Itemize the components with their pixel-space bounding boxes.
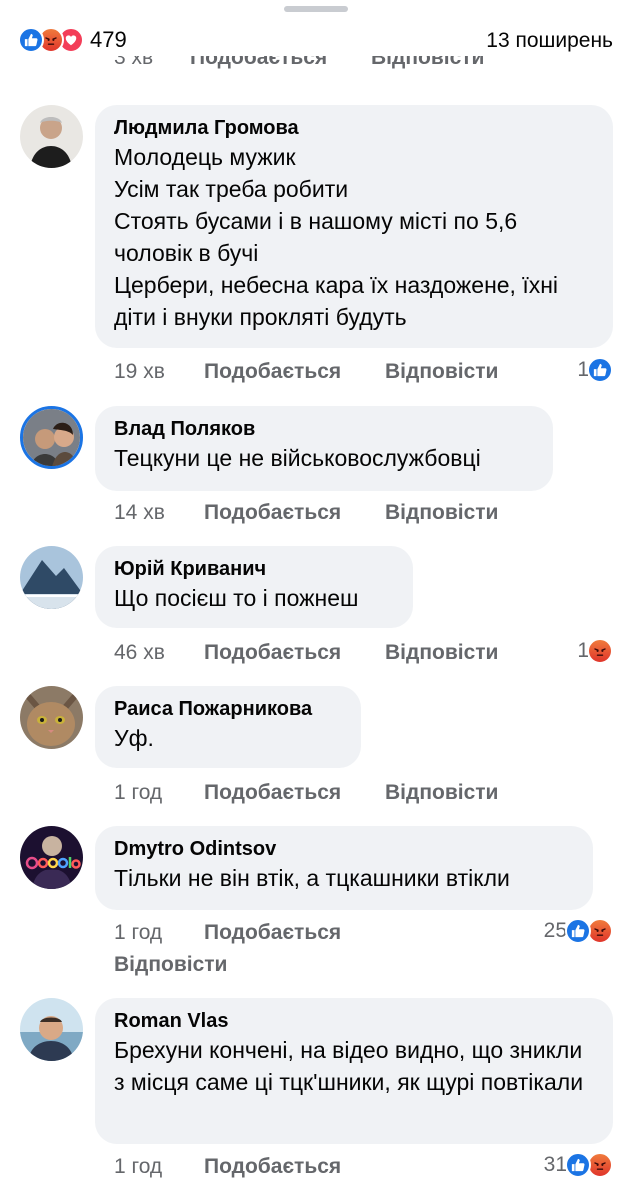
- comment-time: 46 хв: [114, 641, 165, 664]
- like-button[interactable]: Подобається: [204, 641, 341, 665]
- like-button[interactable]: Подобається: [204, 781, 341, 805]
- comment-author[interactable]: Roman Vlas: [114, 1008, 593, 1034]
- comment-bubble: Юрій Криванич Що посієш то і пожнеш: [95, 546, 413, 628]
- like-icon: [587, 357, 613, 383]
- angry-icon: [587, 638, 613, 664]
- comment-time: 1 год: [114, 921, 163, 944]
- drag-handle[interactable]: [284, 6, 348, 12]
- comment-bubble: Влад Поляков Тецкуни це не військовослуж…: [95, 406, 553, 491]
- comment-bubble: Dmytro Odintsov Тільки не він втік, а тц…: [95, 826, 593, 910]
- reaction-count: 31: [543, 1153, 567, 1176]
- reply-button[interactable]: Відповісти: [385, 501, 498, 525]
- comment-text: Тільки не він втік, а тцкашники втікли: [114, 865, 510, 891]
- comment-time: 1 год: [114, 781, 163, 804]
- reactions-bar: 479 13 поширень: [0, 22, 633, 58]
- comment-reactions[interactable]: 25: [544, 918, 613, 944]
- avatar[interactable]: [20, 406, 83, 469]
- comment-reactions[interactable]: 1: [577, 357, 613, 383]
- comment-text: Тецкуни це не військовослужбовці: [114, 445, 481, 471]
- reply-button[interactable]: Відповісти: [114, 953, 227, 977]
- reply-button[interactable]: Відповісти: [385, 641, 498, 665]
- like-button[interactable]: Подобається: [204, 360, 341, 384]
- comment-bubble: Roman Vlas Брехуни кончені, на відео вид…: [95, 998, 613, 1144]
- reaction-count: 479: [90, 27, 127, 52]
- comment-time: 19 хв: [114, 360, 165, 383]
- reply-button[interactable]: Відповісти: [371, 56, 484, 70]
- avatar[interactable]: [20, 105, 83, 168]
- avatar[interactable]: [20, 546, 83, 609]
- comment-time: 14 хв: [114, 501, 165, 524]
- comment-author[interactable]: Dmytro Odintsov: [114, 836, 573, 862]
- comment-reactions[interactable]: 31: [544, 1152, 613, 1178]
- like-button[interactable]: Подобається: [204, 501, 341, 525]
- like-icon: [565, 1152, 591, 1178]
- avatar[interactable]: [20, 686, 83, 749]
- comment-author[interactable]: Влад Поляков: [114, 416, 533, 442]
- like-icon: [18, 27, 44, 53]
- reaction-count: 25: [543, 919, 567, 942]
- reply-button[interactable]: Відповісти: [385, 781, 498, 805]
- comment-time: 1 год: [114, 1155, 163, 1178]
- comment-bubble: Людмила Громова Молодець мужик Усім так …: [95, 105, 613, 348]
- comment-text: Що посієш то і пожнеш: [114, 585, 359, 611]
- comment-text: Молодець мужик Усім так треба робити Сто…: [114, 144, 559, 330]
- comment-author[interactable]: Людмила Громова: [114, 115, 593, 141]
- comment-text: Брехуни кончені, на відео видно, що зник…: [114, 1037, 584, 1095]
- comment-time: 3 хв: [114, 56, 154, 69]
- like-icon: [565, 918, 591, 944]
- reply-button[interactable]: Відповісти: [385, 360, 498, 384]
- reaction-summary[interactable]: 479: [18, 26, 127, 54]
- avatar[interactable]: [20, 998, 83, 1061]
- like-button[interactable]: Подобається: [204, 921, 341, 945]
- like-button[interactable]: Подобається: [190, 56, 327, 70]
- comment-bubble: Раиса Пожарникова Уф.: [95, 686, 361, 768]
- like-button[interactable]: Подобається: [204, 1155, 341, 1179]
- comment-author[interactable]: Юрій Криванич: [114, 556, 393, 582]
- comment-text: Уф.: [114, 725, 154, 751]
- avatar[interactable]: [20, 826, 83, 889]
- partial-comment-actions: 3 хв Подобається Відповісти: [114, 56, 534, 80]
- comment-reactions[interactable]: 1: [577, 638, 613, 664]
- comment-author[interactable]: Раиса Пожарникова: [114, 696, 341, 722]
- shares-count[interactable]: 13 поширень: [486, 29, 613, 53]
